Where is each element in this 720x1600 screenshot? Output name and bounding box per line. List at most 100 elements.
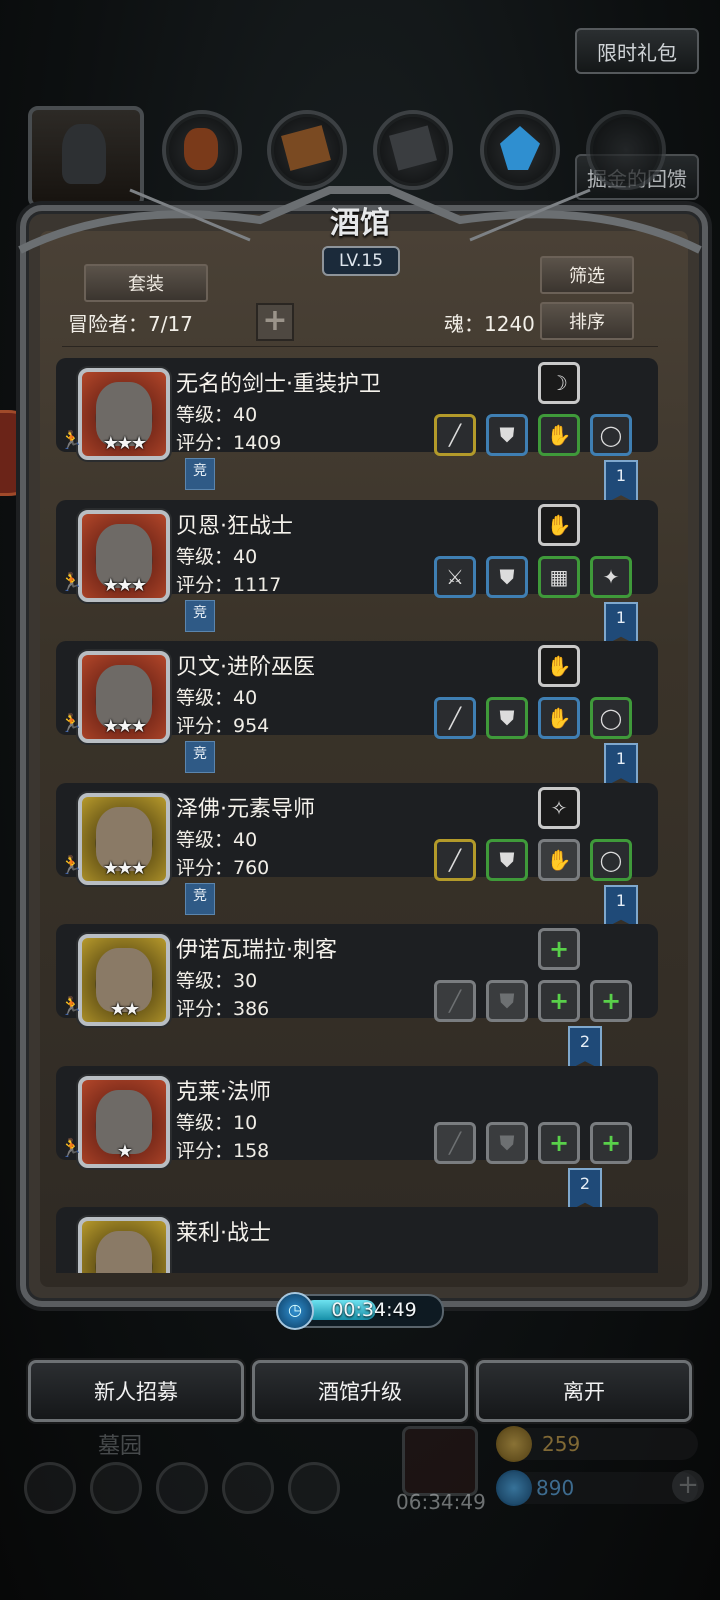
arena-badge: 竞 [185, 882, 215, 915]
hero-portrait[interactable] [78, 1217, 170, 1273]
tab-plate[interactable] [373, 110, 453, 190]
helmet-icon [62, 124, 106, 184]
adventurer-count: 冒险者：7/17 [68, 312, 193, 336]
hero-portrait[interactable]: ★★★ [78, 792, 170, 885]
hero-card[interactable]: ★★★ 🏃 泽佛·元素导师 等级：40 评分：760 ✧ ╱ ⛊ ✋ ◯ [56, 782, 658, 885]
gauntlet-icon[interactable]: ✋ [538, 838, 580, 881]
tab-leather[interactable] [267, 110, 347, 190]
add-icon[interactable]: + [538, 1121, 580, 1164]
hero-card[interactable]: ★★★ 🏃 贝文·进阶巫医 等级：40 评分：954 ✋ ╱ ⛊ ✋ ◯ [56, 641, 658, 743]
hero-name: 克莱·法师 [176, 1079, 271, 1105]
hero-portrait[interactable]: ★★★ [78, 509, 170, 602]
ring-icon[interactable]: ◯ [590, 697, 632, 739]
divider [62, 346, 658, 347]
hero-stars: ★★★ [102, 574, 147, 596]
ring-icon[interactable]: ◯ [590, 414, 632, 456]
claw-icon[interactable]: ☽ [538, 362, 580, 404]
runner-icon: 🏃 [60, 1137, 83, 1159]
hero-portrait[interactable]: ★★★ [78, 368, 170, 460]
hero-level: 等级：10 [176, 1111, 258, 1134]
staff-placeholder-icon[interactable]: ╱ [434, 1121, 476, 1164]
gauntlet-icon[interactable]: ✋ [538, 697, 580, 739]
staff-icon[interactable]: ╱ [434, 697, 476, 739]
hero-name: 无名的剑士·重装护卫 [176, 372, 381, 397]
hero-card[interactable]: ★★ 🏃 伊诺瓦瑞拉·刺客 等级：30 评分：386 + ╱ ⛊ + + [56, 924, 658, 1026]
hero-score: 评分：1409 [176, 432, 282, 454]
armor-icon[interactable]: ⛊ [486, 414, 528, 456]
runner-icon: 🏃 [60, 713, 83, 734]
hero-score: 评分：760 [176, 856, 270, 879]
add-icon[interactable]: + [590, 1121, 632, 1164]
team-ribbon: 1 [604, 743, 638, 787]
hero-card[interactable]: ★★★ 🏃 无名的剑士·重装护卫 等级：40 评分：1409 ☽ ╱ ⛊ ✋ ◯ [56, 358, 658, 460]
armor-icon[interactable]: ⛊ [486, 555, 528, 598]
gauntlet-icon[interactable]: ✋ [538, 645, 580, 687]
limited-gift-button[interactable]: 限时礼包 [575, 28, 699, 74]
sort-button[interactable]: 排序 [540, 302, 634, 340]
hero-portrait[interactable]: ★ [78, 1075, 170, 1168]
tavern-level-badge: LV.15 [322, 246, 400, 276]
bracer-icon [184, 128, 218, 170]
gem-amount: 890 [536, 1476, 575, 1500]
set-button[interactable]: 套装 [84, 264, 208, 302]
hero-card[interactable]: ★★★ 🏃 贝恩·狂战士 等级：40 评分：1117 ✋ ⚔ ⛊ ▦ ✦ [56, 499, 658, 602]
runner-icon: 🏃 [60, 996, 83, 1017]
arena-badge: 竞 [185, 741, 215, 773]
plus-icon: + [262, 303, 288, 338]
axe-icon[interactable]: ⚔ [434, 555, 476, 598]
gift-timer: 06:34:49 [396, 1490, 486, 1514]
arena-badge: 竞 [185, 599, 215, 632]
hero-score: 评分：158 [176, 1139, 270, 1162]
gift-icon [402, 1426, 478, 1496]
team-ribbon: 2 [568, 1167, 602, 1212]
hero-portrait[interactable]: ★★ [78, 934, 170, 1026]
armor-icon[interactable]: ⛊ [486, 838, 528, 881]
tab-crystal[interactable] [480, 110, 560, 190]
ring-icon[interactable]: ◯ [590, 838, 632, 881]
armor-placeholder-icon[interactable]: ⛊ [486, 1121, 528, 1164]
runner-icon: 🏃 [60, 571, 83, 593]
hero-portrait[interactable]: ★★★ [78, 651, 170, 743]
hero-list[interactable]: ★★★ 🏃 无名的剑士·重装护卫 等级：40 评分：1409 ☽ ╱ ⛊ ✋ ◯ 竞 1 ★★★ 🏃 贝恩·… [56, 358, 658, 1273]
upgrade-tavern-button[interactable]: 酒馆升级 [252, 1360, 468, 1422]
crystal-icon[interactable]: ✧ [538, 786, 580, 829]
area-name: 墓园 [98, 1434, 143, 1459]
filter-button[interactable]: 筛选 [540, 256, 634, 294]
staff-icon[interactable]: ╱ [434, 838, 476, 881]
spear-icon[interactable]: ╱ [434, 414, 476, 456]
tab-bracer[interactable] [162, 110, 242, 190]
team-ribbon: 1 [604, 460, 638, 504]
gem-icon [496, 1470, 532, 1506]
hero-stars: ★★★ [102, 716, 147, 737]
gauntlet-icon[interactable]: ✋ [538, 503, 580, 546]
armor-icon[interactable]: ⛊ [486, 697, 528, 739]
leather-icon [281, 125, 331, 171]
hero-stars: ★★★ [102, 433, 147, 454]
hud-castle-icon [156, 1462, 208, 1514]
timer-text: 00:34:49 [331, 1299, 417, 1321]
recruit-button[interactable]: 新人招募 [28, 1360, 244, 1422]
hero-card[interactable]: ★ 🏃 克莱·法师 等级：10 评分：158 ╱ ⛊ + + [56, 1065, 658, 1168]
gauntlet-icon[interactable]: ✋ [538, 414, 580, 456]
tab-helmet[interactable] [28, 106, 144, 208]
add-icon[interactable]: + [538, 980, 580, 1022]
hero-level: 等级：40 [176, 404, 258, 426]
add-adventurer-button[interactable]: + [256, 303, 294, 341]
add-icon[interactable]: + [538, 928, 580, 970]
blade-placeholder-icon[interactable]: ╱ [434, 980, 476, 1022]
timer-bar: ◷ 00:34:49 [276, 1292, 444, 1330]
chest-armor-icon[interactable]: ▦ [538, 555, 580, 598]
amulet-icon[interactable]: ✦ [590, 555, 632, 598]
add-icon[interactable]: + [590, 980, 632, 1022]
hero-name: 贝文·进阶巫医 [176, 655, 315, 680]
hero-card[interactable]: 莱利·战士 [56, 1207, 658, 1273]
tab-extra[interactable] [586, 110, 666, 190]
gold-icon [496, 1426, 532, 1462]
team-ribbon: 2 [568, 1026, 602, 1070]
hero-name: 泽佛·元素导师 [176, 796, 315, 822]
leave-button[interactable]: 离开 [476, 1360, 692, 1422]
hero-stars: ★★ [109, 999, 140, 1020]
runner-icon: 🏃 [60, 430, 83, 451]
hero-level: 等级：40 [176, 687, 258, 709]
armor-placeholder-icon[interactable]: ⛊ [486, 980, 528, 1022]
